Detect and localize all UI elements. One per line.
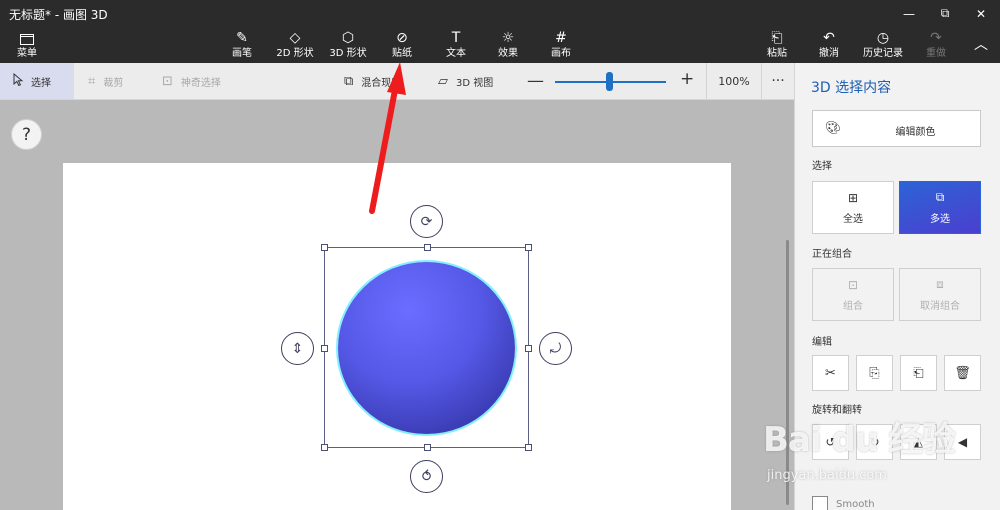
rotate-section-label: 旋转和翻转 xyxy=(812,405,862,416)
cut-button[interactable]: ✂ xyxy=(812,355,849,391)
ungroup-label: 取消组合 xyxy=(920,301,960,312)
trash-icon: 🗑︎ xyxy=(954,365,971,381)
rotate-right-button[interactable]: ↻ xyxy=(856,424,893,460)
group-button[interactable]: ⊡ 组合 xyxy=(812,268,894,321)
smooth-checkbox[interactable] xyxy=(812,496,828,510)
edit-section-label: 编辑 xyxy=(812,337,832,348)
multi-select-label: 多选 xyxy=(930,214,950,225)
paste-icon: ⎗ xyxy=(913,365,924,381)
edit-color-button[interactable]: 🎨︎ 编辑颜色 xyxy=(812,110,981,147)
smooth-label: Smooth xyxy=(836,498,875,510)
group-icon: ⊡ xyxy=(847,277,859,292)
flip-vertical-button[interactable]: ◭ xyxy=(900,424,937,460)
edit-color-label: 编辑颜色 xyxy=(895,127,936,138)
multi-select-icon: ⧉ xyxy=(935,190,945,204)
delete-button[interactable]: 🗑︎ xyxy=(944,355,981,391)
select-all-button[interactable]: ⊞ 全选 xyxy=(812,181,894,234)
flip-vertical-icon: ◭ xyxy=(913,435,924,449)
select-all-label: 全选 xyxy=(843,213,863,225)
ungroup-button[interactable]: ⧈ 取消组合 xyxy=(899,268,981,321)
group-label: 组合 xyxy=(843,300,863,312)
panel-title: 3D 选择内容 xyxy=(811,80,892,96)
scissors-icon: ✂ xyxy=(825,365,836,381)
paste-panel-button[interactable]: ⎗ xyxy=(900,355,937,391)
copy-icon: ⎘ xyxy=(869,365,880,381)
rotate-left-button[interactable]: ↺ xyxy=(812,424,849,460)
copy-button[interactable]: ⎘ xyxy=(856,355,893,391)
select-all-icon: ⊞ xyxy=(847,190,859,205)
flip-horizontal-button[interactable]: ◀ xyxy=(944,424,981,460)
flip-horizontal-icon: ◀ xyxy=(957,435,968,449)
smooth-checkbox-row[interactable]: Smooth xyxy=(812,496,875,510)
rotate-left-icon: ↺ xyxy=(825,435,836,449)
ungroup-icon: ⧈ xyxy=(936,277,944,291)
rotate-right-icon: ↻ xyxy=(869,435,880,449)
select-section-label: 选择 xyxy=(812,161,832,172)
multi-select-button[interactable]: ⧉ 多选 xyxy=(899,181,981,234)
grouping-section-label: 正在组合 xyxy=(812,249,852,260)
